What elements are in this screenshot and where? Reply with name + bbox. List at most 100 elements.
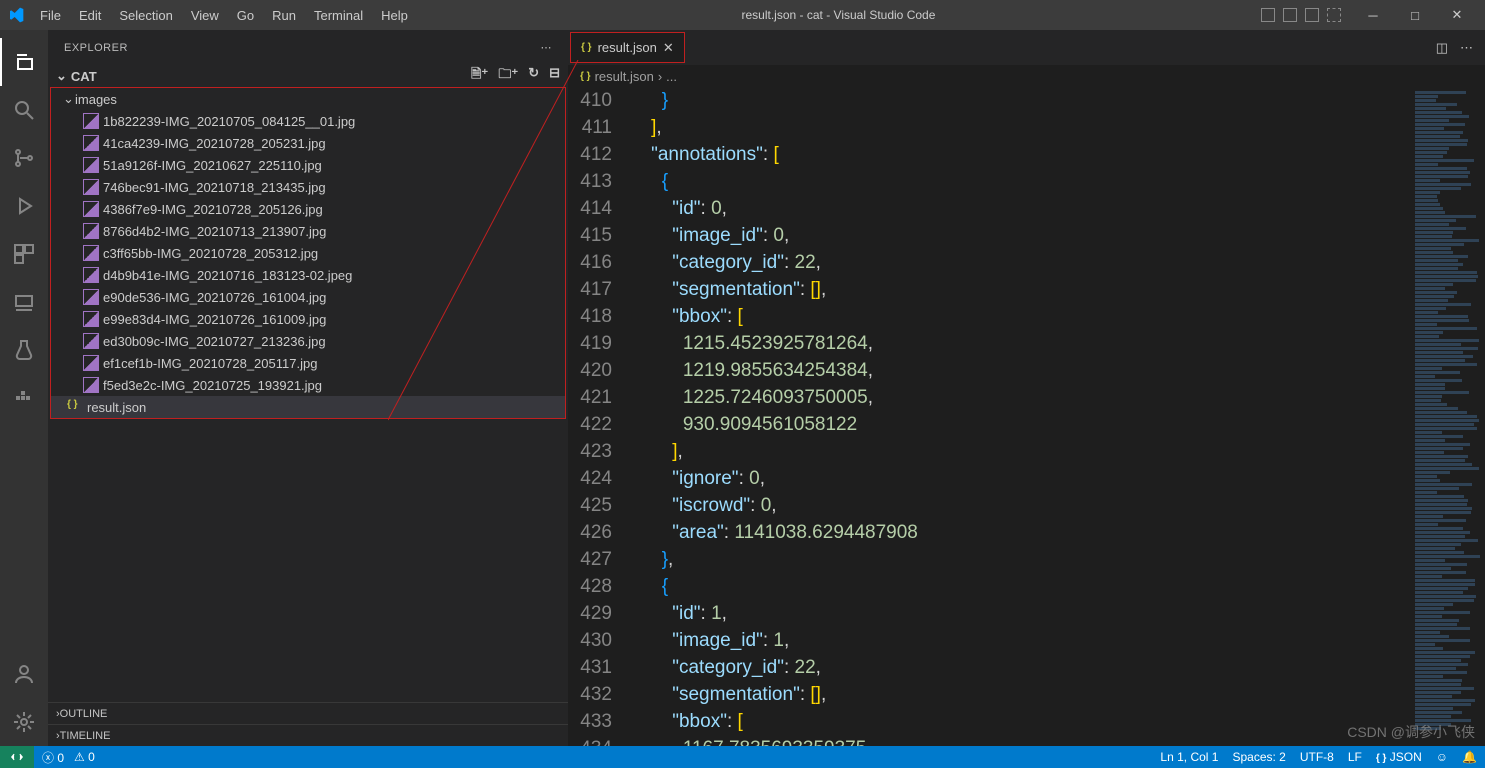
images-folder-row[interactable]: ⌄ images	[51, 88, 565, 110]
vscode-logo-icon	[8, 7, 24, 23]
status-eol[interactable]: LF	[1348, 750, 1362, 764]
file-label: e99e83d4-IMG_20210726_161009.jpg	[103, 312, 326, 327]
menu-edit[interactable]: Edit	[71, 4, 109, 27]
tree-file-row[interactable]: 41ca4239-IMG_20210728_205231.jpg	[51, 132, 565, 154]
code-content[interactable]: } ], "annotations": [ { "id": 0, "image_…	[630, 87, 1413, 746]
tab-label: result.json	[598, 40, 657, 55]
tree-file-row[interactable]: e90de536-IMG_20210726_161004.jpg	[51, 286, 565, 308]
image-file-icon	[83, 113, 99, 129]
image-file-icon	[83, 179, 99, 195]
tree-file-row[interactable]: 8766d4b2-IMG_20210713_213907.jpg	[51, 220, 565, 242]
refresh-icon[interactable]: ↻	[528, 65, 539, 87]
status-errors[interactable]: ⓧ 0	[42, 749, 64, 766]
explorer-more-icon[interactable]: ⋯	[541, 41, 553, 54]
editor-area: { } result.json ✕ ◫ ⋯ { } result.json › …	[568, 30, 1485, 746]
file-label: 1b822239-IMG_20210705_084125__01.jpg	[103, 114, 355, 129]
tree-file-row[interactable]: 1b822239-IMG_20210705_084125__01.jpg	[51, 110, 565, 132]
chevron-down-icon: ⌄	[63, 91, 75, 107]
search-icon[interactable]	[0, 86, 48, 134]
close-button[interactable]: ✕	[1437, 0, 1477, 30]
account-icon[interactable]	[0, 650, 48, 698]
tree-file-row[interactable]: 4386f7e9-IMG_20210728_205126.jpg	[51, 198, 565, 220]
layout-bottom-icon[interactable]	[1283, 8, 1297, 22]
editor-body[interactable]: 4104114124134144154164174184194204214224…	[568, 87, 1485, 746]
file-label: ed30b09c-IMG_20210727_213236.jpg	[103, 334, 326, 349]
breadcrumb-sep: ›	[658, 69, 662, 84]
minimize-button[interactable]: ─	[1353, 0, 1393, 30]
timeline-label: TIMELINE	[60, 730, 111, 742]
debug-icon[interactable]	[0, 182, 48, 230]
collapse-icon[interactable]: ⊟	[549, 65, 560, 87]
layout-left-icon[interactable]	[1261, 8, 1275, 22]
image-file-icon	[83, 245, 99, 261]
tree-file-row[interactable]: 51a9126f-IMG_20210627_225110.jpg	[51, 154, 565, 176]
status-bar: ⓧ 0 ⚠ 0 Ln 1, Col 1 Spaces: 2 UTF-8 LF {…	[0, 746, 1485, 768]
tree-file-row[interactable]: 746bec91-IMG_20210718_213435.jpg	[51, 176, 565, 198]
image-file-icon	[83, 135, 99, 151]
status-ln-col[interactable]: Ln 1, Col 1	[1160, 750, 1218, 764]
menu-selection[interactable]: Selection	[111, 4, 180, 27]
tree-file-row[interactable]: ef1cef1b-IMG_20210728_205117.jpg	[51, 352, 565, 374]
tree-file-row[interactable]: c3ff65bb-IMG_20210728_205312.jpg	[51, 242, 565, 264]
tree-file-row[interactable]: ed30b09c-IMG_20210727_213236.jpg	[51, 330, 565, 352]
file-label: 51a9126f-IMG_20210627_225110.jpg	[103, 158, 322, 173]
image-file-icon	[83, 223, 99, 239]
file-label: 41ca4239-IMG_20210728_205231.jpg	[103, 136, 326, 151]
explorer-icon[interactable]	[0, 38, 48, 86]
folder-name: CAT	[71, 69, 97, 84]
status-spaces[interactable]: Spaces: 2	[1232, 750, 1285, 764]
menu-help[interactable]: Help	[373, 4, 416, 27]
file-label: e90de536-IMG_20210726_161004.jpg	[103, 290, 326, 305]
settings-icon[interactable]	[0, 698, 48, 746]
tree-file-row[interactable]: f5ed3e2c-IMG_20210725_193921.jpg	[51, 374, 565, 396]
result-json-row[interactable]: { } result.json	[51, 396, 565, 418]
layout-grid-icon[interactable]	[1327, 8, 1341, 22]
outline-label: OUTLINE	[60, 708, 108, 720]
layout-right-icon[interactable]	[1305, 8, 1319, 22]
explorer-label: EXPLORER	[64, 42, 128, 54]
status-encoding[interactable]: UTF-8	[1300, 750, 1334, 764]
outline-section[interactable]: › OUTLINE	[48, 702, 568, 724]
tree-file-row[interactable]: d4b9b41e-IMG_20210716_183123-02.jpeg	[51, 264, 565, 286]
timeline-section[interactable]: › TIMELINE	[48, 724, 568, 746]
new-folder-icon[interactable]: 🗀⁺	[498, 65, 518, 87]
status-feedback-icon[interactable]: ☺	[1436, 750, 1448, 764]
breadcrumb[interactable]: { } result.json › ...	[568, 65, 1485, 87]
image-file-icon	[83, 355, 99, 371]
new-file-icon[interactable]: 🗎⁺	[471, 65, 488, 87]
activity-bar	[0, 30, 48, 746]
testing-icon[interactable]	[0, 326, 48, 374]
menu-view[interactable]: View	[183, 4, 227, 27]
tab-result-json[interactable]: { } result.json ✕	[570, 32, 685, 63]
status-lang[interactable]: { } JSON	[1376, 750, 1422, 764]
close-icon[interactable]: ✕	[663, 40, 674, 56]
extensions-icon[interactable]	[0, 230, 48, 278]
folder-header[interactable]: ⌄ CAT 🗎⁺ 🗀⁺ ↻ ⊟	[48, 65, 568, 87]
docker-icon[interactable]	[0, 374, 48, 422]
image-file-icon	[83, 377, 99, 393]
watermark: CSDN @调参小飞侠	[1347, 722, 1475, 742]
remote-icon[interactable]	[0, 278, 48, 326]
layout-icons	[1261, 8, 1341, 22]
menu-go[interactable]: Go	[229, 4, 262, 27]
chevron-down-icon: ⌄	[56, 68, 67, 84]
more-actions-icon[interactable]: ⋯	[1460, 40, 1473, 56]
json-file-icon: { }	[581, 42, 592, 53]
tree-file-row[interactable]: e99e83d4-IMG_20210726_161009.jpg	[51, 308, 565, 330]
menu-file[interactable]: File	[32, 4, 69, 27]
line-gutter: 4104114124134144154164174184194204214224…	[568, 87, 630, 746]
status-bell-icon[interactable]: 🔔	[1462, 750, 1477, 764]
minimap[interactable]	[1413, 87, 1485, 746]
status-warnings[interactable]: ⚠ 0	[74, 750, 95, 764]
file-label: 746bec91-IMG_20210718_213435.jpg	[103, 180, 326, 195]
menu-terminal[interactable]: Terminal	[306, 4, 371, 27]
source-control-icon[interactable]	[0, 134, 48, 182]
image-file-icon	[83, 333, 99, 349]
menu-run[interactable]: Run	[264, 4, 304, 27]
file-label: f5ed3e2c-IMG_20210725_193921.jpg	[103, 378, 322, 393]
file-label: d4b9b41e-IMG_20210716_183123-02.jpeg	[103, 268, 352, 283]
sidebar: EXPLORER ⋯ ⌄ CAT 🗎⁺ 🗀⁺ ↻ ⊟ ⌄ images 1b82…	[48, 30, 568, 746]
maximize-button[interactable]: □	[1395, 0, 1435, 30]
remote-indicator[interactable]	[0, 746, 34, 768]
split-editor-icon[interactable]: ◫	[1436, 40, 1448, 56]
